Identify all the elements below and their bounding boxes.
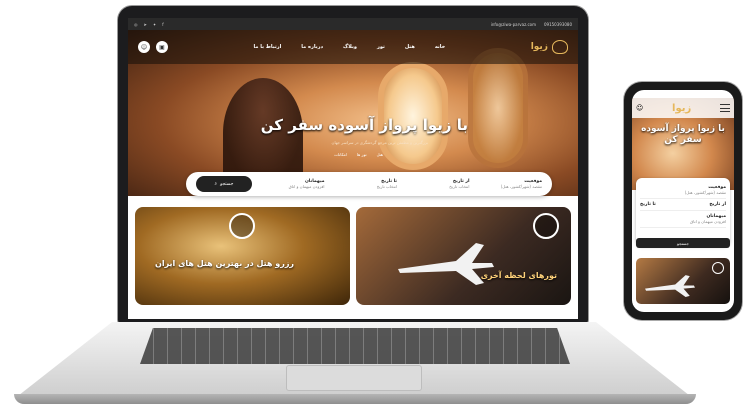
nav-item-about[interactable]: درباره ما: [301, 44, 323, 50]
nav-item-tour[interactable]: تور: [377, 44, 385, 50]
phone-logo-text: زیوا: [672, 102, 692, 114]
phone-navbar: زیوا ☺: [632, 98, 734, 118]
nav-menu: خانه هتل تور وبلاگ درباره ما ارتباط با م…: [254, 44, 446, 50]
user-icon[interactable]: ☺: [138, 41, 151, 53]
phone-location-placeholder: مقصد (شهر/کشور، هتل): [684, 190, 726, 195]
hero-tab-tours[interactable]: تور ها: [357, 152, 367, 157]
hero-subtitle: بزرگترین و مطمئن ترین مرجع گردشگری در سر…: [331, 140, 428, 145]
nav-item-contact[interactable]: ارتباط با ما: [254, 44, 282, 50]
cart-icon[interactable]: ▣: [156, 41, 169, 53]
phone-location-field[interactable]: موقعیت مقصد (شهر/کشور، هتل): [640, 182, 726, 199]
logo-emblem-icon: [552, 40, 568, 54]
logo-text: زیوا: [530, 42, 548, 52]
tour-promo-card[interactable]: تورهای لحظه آخری: [356, 207, 571, 305]
to-date-placeholder: انتخاب تاریخ: [376, 184, 397, 189]
logo-emblem-icon: [712, 262, 724, 274]
laptop-trackpad: [286, 365, 422, 391]
guests-value: افزودن میهمان و اتاق: [288, 184, 325, 189]
contact-info: info@ziwa-parvaz.com 09150393080: [491, 22, 572, 27]
laptop-lip: [14, 394, 696, 404]
hamburger-menu-icon[interactable]: [720, 104, 730, 112]
search-bar: موقعیت مقصد (شهر/کشور، هتل) از تاریخ انت…: [186, 172, 552, 196]
hero-tabs: هتل تور ها امکانات: [334, 152, 383, 157]
nav-item-blog[interactable]: وبلاگ: [343, 44, 357, 50]
location-field[interactable]: موقعیت مقصد (شهر/کشور، هتل): [476, 179, 542, 189]
to-date-field[interactable]: تا تاریخ انتخاب تاریخ: [331, 179, 397, 189]
phone-tour-card[interactable]: [636, 258, 730, 304]
logo-emblem-icon: [229, 213, 255, 239]
social-links: ◎ ➤ ✦ f: [134, 22, 164, 27]
user-icon[interactable]: ☺: [636, 104, 643, 112]
facebook-icon[interactable]: f: [162, 22, 163, 27]
telegram-icon[interactable]: ➤: [144, 22, 147, 27]
site-logo[interactable]: زیوا: [531, 40, 568, 54]
phone-date-fields[interactable]: از تاریخ تا تاریخ: [640, 199, 726, 211]
phone-search-button[interactable]: جستجو: [636, 238, 730, 248]
from-date-field[interactable]: از تاریخ انتخاب تاریخ: [403, 179, 470, 189]
device-mockup: با زیوا پرواز آسوده سفر کن بزرگترین و مط…: [0, 0, 752, 410]
phone-search-form: موقعیت مقصد (شهر/کشور، هتل) از تاریخ تا …: [636, 178, 730, 246]
from-date-placeholder: انتخاب تاریخ: [449, 184, 470, 189]
hero-tab-amenities[interactable]: امکانات: [334, 152, 347, 157]
top-bar: ◎ ➤ ✦ f info@ziwa-parvaz.com 09150393080: [128, 18, 578, 30]
main-navbar: زیوا خانه هتل تور وبلاگ درباره ما ارتباط…: [128, 30, 578, 64]
laptop-screen: با زیوا پرواز آسوده سفر کن بزرگترین و مط…: [128, 18, 578, 319]
phone-logo[interactable]: زیوا: [672, 103, 691, 114]
search-button-label: جستجو: [220, 181, 234, 187]
phone-screen: زیوا ☺ با زیوا پرواز آسوده سفر کن موقعیت…: [632, 90, 734, 312]
logo-emblem-icon: [533, 213, 559, 239]
search-button[interactable]: جستجو ⌕: [196, 176, 252, 192]
laptop-keyboard: [140, 328, 570, 364]
instagram-icon[interactable]: ◎: [134, 22, 138, 27]
airplane-window-image: [468, 48, 528, 168]
phone-text[interactable]: 09150393080: [544, 22, 572, 27]
nav-item-home[interactable]: خانه: [435, 44, 445, 50]
hero-tab-hotel[interactable]: هتل: [377, 152, 383, 157]
guests-field[interactable]: میهمانان افزودن میهمان و اتاق: [258, 179, 325, 189]
phone-from-date-label: از تاریخ: [709, 202, 726, 207]
phone-to-date-label: تا تاریخ: [640, 202, 656, 207]
phone-hero-title: با زیوا پرواز آسوده سفر کن: [641, 124, 725, 145]
email-text[interactable]: info@ziwa-parvaz.com: [491, 22, 536, 27]
hotel-card-caption: رزرو هتل در بهترین هتل های ایران: [155, 259, 295, 268]
airplane-icon: [645, 275, 695, 297]
tour-card-caption: تورهای لحظه آخری: [480, 271, 557, 280]
nav-actions: ☺ ▣: [138, 41, 169, 53]
phone-guests-value: افزودن میهمان و اتاق: [690, 219, 726, 224]
search-icon: ⌕: [214, 182, 218, 187]
twitter-icon[interactable]: ✦: [153, 22, 156, 27]
hero-title: با زیوا پرواز آسوده سفر کن: [260, 116, 468, 134]
location-placeholder: مقصد (شهر/کشور، هتل): [500, 184, 542, 189]
phone-guests-field[interactable]: میهمانان افزودن میهمان و اتاق: [640, 211, 726, 228]
nav-item-hotel[interactable]: هتل: [405, 44, 415, 50]
hotel-promo-card[interactable]: رزرو هتل در بهترین هتل های ایران: [135, 207, 350, 305]
